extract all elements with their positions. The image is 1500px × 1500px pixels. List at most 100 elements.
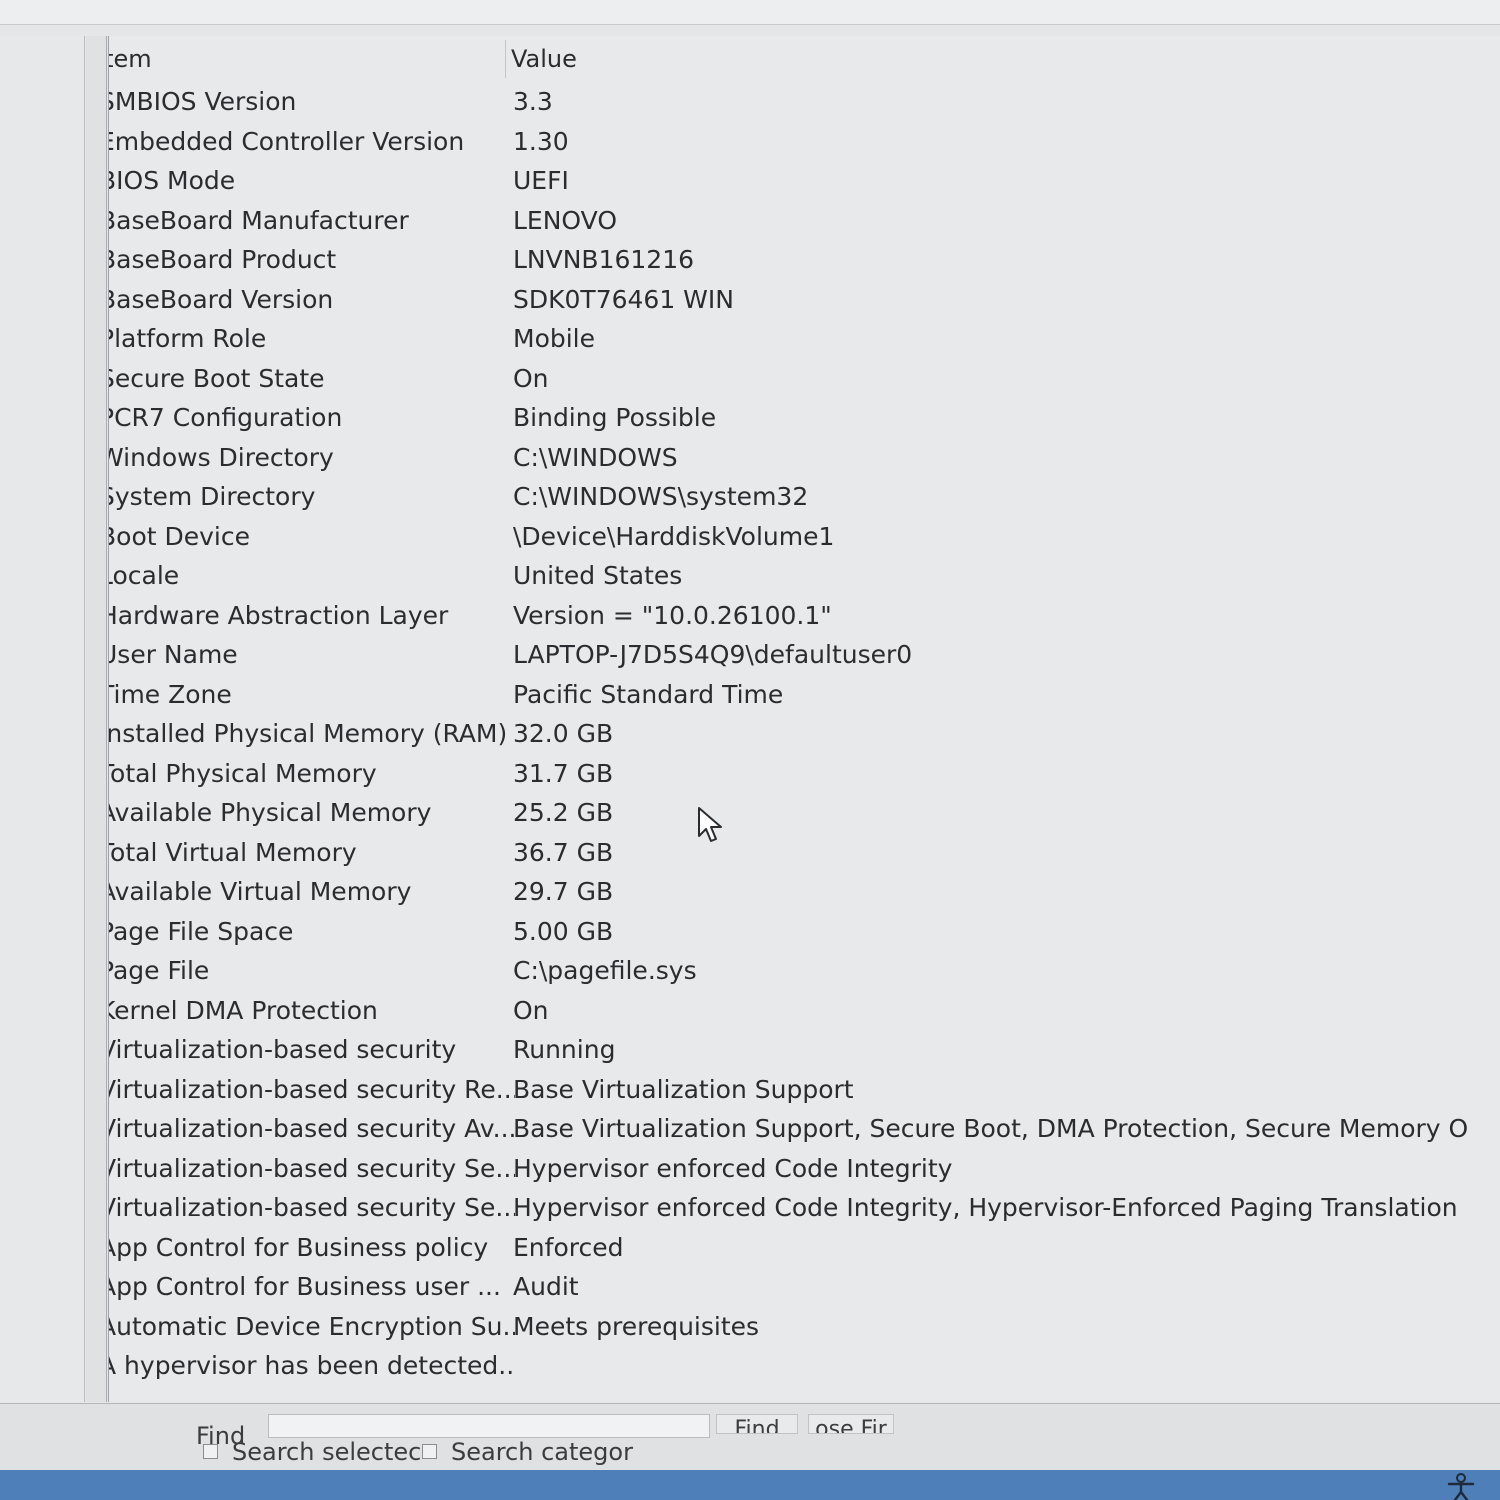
table-row[interactable]: SMBIOS Version 3.3	[109, 84, 1500, 124]
row-item-cell: Installed Physical Memory (RAM)	[108, 719, 508, 748]
row-item-cell: Available Virtual Memory	[108, 877, 412, 906]
table-row[interactable]: Available Virtual Memory 29.7 GB	[109, 874, 1500, 914]
row-item-cell: Virtualization-based security Re...	[108, 1074, 515, 1104]
row-value-cell: LNVNB161216	[513, 245, 695, 274]
row-value-cell: On	[513, 363, 549, 393]
table-row[interactable]: Page File Space 5.00 GB	[109, 914, 1500, 954]
row-item-cell: PCR7 Configuration	[108, 403, 343, 432]
table-row[interactable]: Virtualization-based security Av... Base …	[109, 1111, 1500, 1151]
row-value-cell: On	[513, 995, 549, 1025]
table-row[interactable]: Hardware Abstraction Layer Version = "10.…	[109, 598, 1500, 638]
row-item-cell: Virtualization-based security Se...	[108, 1153, 515, 1183]
row-value-cell: Audit	[513, 1272, 579, 1301]
table-row[interactable]: Virtualization-based security Running	[109, 1032, 1500, 1072]
row-value-cell: 3.3	[513, 87, 553, 116]
table-row[interactable]: Virtualization-based security Se... Hyper…	[109, 1190, 1500, 1230]
row-item-cell: Platform Role	[108, 324, 267, 353]
row-value-cell: Mobile	[513, 324, 596, 353]
table-row[interactable]: Total Virtual Memory 36.7 GB	[109, 835, 1500, 875]
row-item-cell: Kernel DMA Protection	[108, 995, 378, 1025]
table-row[interactable]: BaseBoard Product LNVNB161216	[109, 242, 1500, 282]
table-row[interactable]: Virtualization-based security Se... Hyper…	[109, 1151, 1500, 1191]
row-item-cell: Locale	[109, 561, 180, 590]
close-find-button[interactable]: ose Fir	[808, 1414, 894, 1434]
search-selected-label: Search selectec	[232, 1438, 422, 1466]
table-row[interactable]: Time Zone Pacific Standard Time	[109, 677, 1500, 717]
row-value-cell: 1.30	[513, 126, 569, 156]
row-item-cell: BaseBoard Version	[108, 284, 334, 314]
row-value-cell: 36.7 GB	[513, 837, 614, 867]
row-value-cell: C:\pagefile.sys	[513, 956, 697, 985]
table-row[interactable]: Kernel DMA Protection On	[109, 993, 1500, 1033]
table-row[interactable]: Total Physical Memory 31.7 GB	[109, 756, 1500, 796]
row-item-cell: SMBIOS Version	[108, 87, 297, 116]
row-item-cell: System Directory	[108, 482, 316, 511]
row-value-cell: 29.7 GB	[513, 877, 614, 906]
search-categories-label: Search categor	[451, 1438, 633, 1466]
search-selected-checkbox[interactable]	[203, 1444, 218, 1459]
table-row[interactable]: BaseBoard Manufacturer LENOVO	[109, 203, 1500, 243]
row-item-cell: Total Virtual Memory	[108, 837, 357, 867]
row-value-cell: United States	[513, 561, 683, 590]
row-value-cell: 31.7 GB	[513, 758, 614, 788]
table-row[interactable]: BaseBoard Version SDK0T76461 WIN	[109, 282, 1500, 322]
row-item-cell: Boot Device	[108, 521, 250, 551]
row-item-cell: Virtualization-based security Av...	[108, 1114, 515, 1143]
row-item-cell: Windows Directory	[108, 442, 334, 472]
search-categories-checkbox[interactable]	[422, 1444, 437, 1459]
table-row[interactable]: Installed Physical Memory (RAM) 32.0 GB	[109, 716, 1500, 756]
table-row[interactable]: Available Physical Memory 25.2 GB	[109, 795, 1500, 835]
row-value-cell: 32.0 GB	[513, 719, 614, 748]
list-rows: SMBIOS Version 3.3 Embedded Controller Ver…	[109, 84, 1500, 1388]
find-bar: Find Find ose Fir Search selectec Search…	[0, 1403, 1500, 1470]
row-value-cell: 25.2 GB	[513, 798, 614, 827]
system-summary-list[interactable]: Item Value SMBIOS Version 3.3 Embedded Con…	[108, 36, 1500, 1402]
table-row[interactable]: Automatic Device Encryption Su... Meets p…	[109, 1309, 1500, 1349]
row-item-cell: BaseBoard Manufacturer	[108, 205, 409, 235]
table-row[interactable]: Embedded Controller Version 1.30	[109, 124, 1500, 164]
row-value-cell: C:\WINDOWS	[513, 442, 678, 472]
table-row[interactable]: User Name LAPTOP-J7D5S4Q9\defaultuser0	[109, 637, 1500, 677]
table-row[interactable]: App Control for Business user ... Audit	[109, 1269, 1500, 1309]
row-item-cell: App Control for Business policy	[108, 1232, 489, 1262]
row-value-cell: Binding Possible	[513, 403, 717, 432]
row-value-cell: Hypervisor enforced Code Integrity, Hype…	[513, 1193, 1458, 1222]
row-item-cell: Hardware Abstraction Layer	[108, 600, 449, 630]
mouse-pointer-icon	[698, 807, 722, 842]
table-row[interactable]: A hypervisor has been detected...	[109, 1348, 1500, 1388]
table-row[interactable]: Boot Device \Device\HarddiskVolume1	[109, 519, 1500, 559]
row-item-cell: Virtualization-based security	[108, 1035, 457, 1064]
row-value-cell: C:\WINDOWS\system32	[513, 482, 809, 511]
row-value-cell: 5.00 GB	[513, 916, 614, 946]
row-value-cell: Meets prerequisites	[513, 1311, 760, 1341]
table-row[interactable]: Locale United States	[109, 558, 1500, 598]
table-row[interactable]: Secure Boot State On	[109, 361, 1500, 401]
row-item-cell: Page File Space	[108, 916, 294, 946]
row-item-cell: Automatic Device Encryption Su...	[108, 1311, 515, 1341]
find-button[interactable]: Find	[716, 1414, 798, 1434]
table-row[interactable]: BIOS Mode UEFI	[109, 163, 1500, 203]
row-value-cell: Pacific Standard Time	[513, 679, 784, 709]
table-row[interactable]: System Directory C:\WINDOWS\system32	[109, 479, 1500, 519]
table-row[interactable]: App Control for Business policy Enforced	[109, 1230, 1500, 1270]
row-value-cell: Base Virtualization Support, Secure Boot…	[513, 1114, 1469, 1143]
table-row[interactable]: PCR7 Configuration Binding Possible	[109, 400, 1500, 440]
category-tree-pane[interactable]	[0, 36, 85, 1402]
column-header-value[interactable]: Value	[511, 44, 577, 74]
row-item-cell: Embedded Controller Version	[108, 126, 465, 156]
row-value-cell: LAPTOP-J7D5S4Q9\defaultuser0	[513, 640, 913, 669]
row-item-cell: BIOS Mode	[108, 166, 236, 195]
pane-splitter[interactable]	[86, 36, 107, 1402]
table-row[interactable]: Virtualization-based security Re... Base …	[109, 1072, 1500, 1112]
row-value-cell: UEFI	[513, 166, 569, 195]
find-input[interactable]	[268, 1414, 710, 1438]
list-header: Item Value	[109, 36, 1500, 82]
row-value-cell: Running	[513, 1035, 616, 1064]
table-row[interactable]: Page File C:\pagefile.sys	[109, 953, 1500, 993]
accessibility-icon[interactable]	[1444, 1472, 1478, 1500]
table-row[interactable]: Windows Directory C:\WINDOWS	[109, 440, 1500, 480]
table-row[interactable]: Platform Role Mobile	[109, 321, 1500, 361]
column-header-item[interactable]: Item	[109, 44, 152, 74]
row-item-cell: Total Physical Memory	[108, 758, 377, 788]
column-divider[interactable]	[505, 40, 506, 78]
